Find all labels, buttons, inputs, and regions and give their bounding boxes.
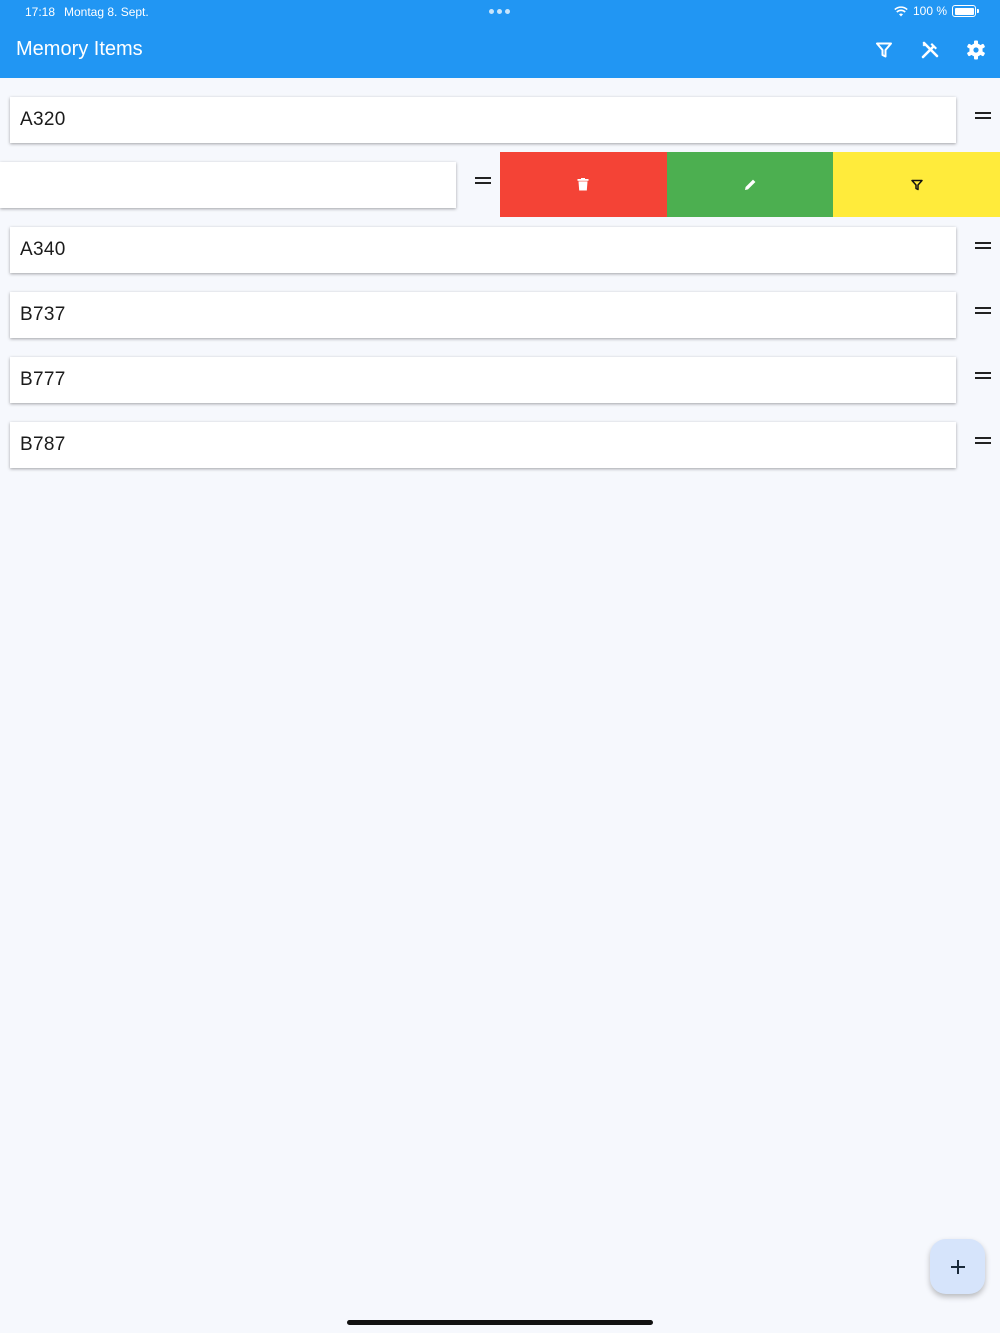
drag-handle-icon[interactable] — [475, 177, 491, 193]
drag-handle-icon[interactable] — [975, 437, 991, 453]
filter-button[interactable] — [872, 38, 896, 62]
edit-button[interactable] — [666, 152, 834, 217]
tools-icon — [921, 41, 939, 59]
status-date: Montag 8. Sept. — [64, 5, 149, 19]
settings-button[interactable] — [964, 38, 988, 62]
gear-icon — [967, 40, 985, 60]
add-item-button[interactable] — [930, 1239, 985, 1294]
home-indicator[interactable] — [347, 1320, 653, 1325]
item-card[interactable]: B777 — [10, 357, 956, 403]
list-item[interactable]: A340 — [0, 227, 1000, 273]
filter-item-button[interactable] — [833, 152, 1000, 217]
list-item-swiped[interactable] — [0, 152, 1000, 217]
item-card[interactable]: B737 — [10, 292, 956, 338]
drag-handle-icon[interactable] — [975, 307, 991, 323]
memory-items-list: A320 A340 B737 B777 B787 — [0, 97, 1000, 487]
trash-icon — [577, 178, 589, 191]
plus-icon — [950, 1259, 965, 1274]
item-card[interactable]: A320 — [10, 97, 956, 143]
tools-button[interactable] — [918, 38, 942, 62]
page-title: Memory Items — [16, 38, 143, 60]
drag-handle-icon[interactable] — [975, 112, 991, 128]
item-card[interactable]: B787 — [10, 422, 956, 468]
item-label: B777 — [20, 369, 66, 390]
app-header: 17:18 Montag 8. Sept. 100 % Memory Items — [0, 0, 1000, 78]
list-item[interactable]: A320 — [0, 97, 1000, 143]
item-label: A340 — [20, 239, 66, 260]
multitasking-dots-icon[interactable] — [489, 9, 510, 14]
pencil-icon — [744, 179, 755, 190]
item-card[interactable]: A340 — [10, 227, 956, 273]
filter-icon — [876, 42, 892, 58]
item-card[interactable] — [0, 162, 456, 208]
list-item[interactable]: B737 — [0, 292, 1000, 338]
list-item[interactable]: B787 — [0, 422, 1000, 468]
delete-button[interactable] — [500, 152, 667, 217]
swipe-actions — [500, 152, 1000, 217]
drag-handle-icon[interactable] — [975, 242, 991, 258]
drag-handle-icon[interactable] — [975, 372, 991, 388]
header-actions — [872, 38, 988, 62]
filter-icon — [910, 179, 923, 190]
status-right: 100 % — [894, 4, 979, 18]
battery-icon — [952, 5, 979, 17]
status-time: 17:18 — [25, 5, 56, 19]
status-bar: 17:18 Montag 8. Sept. 100 % — [0, 0, 1000, 24]
battery-percent: 100 % — [912, 4, 947, 18]
wifi-icon — [894, 5, 908, 16]
item-label: B787 — [20, 434, 66, 455]
item-label: B737 — [20, 304, 66, 325]
item-label: A320 — [20, 109, 66, 130]
list-item[interactable]: B777 — [0, 357, 1000, 403]
